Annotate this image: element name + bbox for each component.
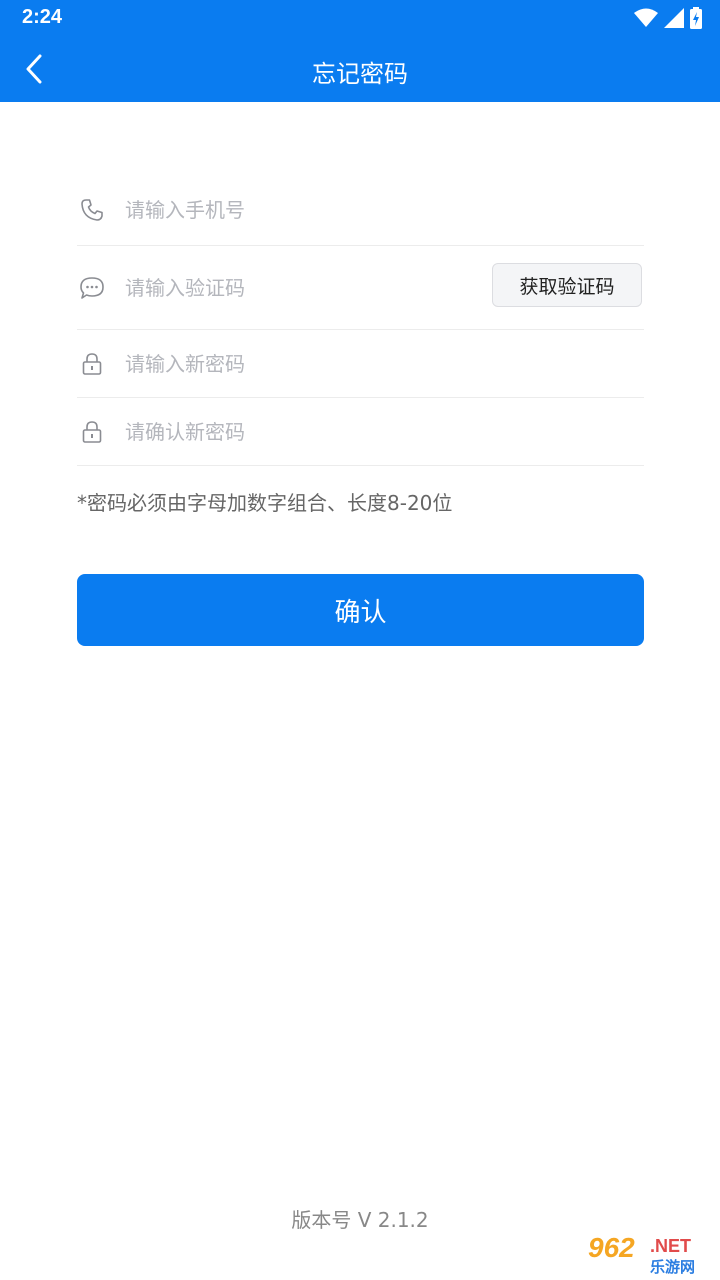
phone-row — [77, 175, 644, 246]
confirm-button[interactable]: 确认 — [77, 574, 644, 646]
wifi-icon — [634, 8, 658, 27]
new-password-row — [77, 330, 644, 398]
watermark-logo: 962 .NET 乐游网 — [584, 1232, 714, 1276]
app-bar: 忘记密码 — [0, 36, 720, 102]
message-icon — [77, 273, 107, 303]
password-rule-hint: *密码必须由字母加数字组合、长度8-20位 — [77, 491, 453, 515]
signal-icon — [664, 8, 684, 28]
watermark-net: .NET — [650, 1236, 692, 1256]
phone-input[interactable] — [125, 198, 644, 222]
battery-icon — [690, 7, 702, 29]
watermark-sub: 乐游网 — [650, 1258, 696, 1276]
lock-icon — [77, 349, 107, 379]
lock-icon — [77, 417, 107, 447]
get-code-button[interactable]: 获取验证码 — [492, 263, 642, 307]
page-title: 忘记密码 — [312, 60, 408, 88]
status-bar: 2:24 — [0, 0, 720, 36]
confirm-password-input[interactable] — [125, 419, 644, 444]
forgot-password-form: 获取验证码 — [77, 175, 644, 466]
status-icons — [634, 6, 702, 30]
code-row: 获取验证码 — [77, 246, 644, 330]
confirm-password-row — [77, 398, 644, 466]
new-password-input[interactable] — [125, 351, 644, 376]
watermark-brand: 962 — [588, 1232, 635, 1263]
version-label: 版本号 V 2.1.2 — [291, 1208, 429, 1232]
status-time: 2:24 — [22, 6, 63, 28]
phone-icon — [77, 195, 107, 225]
